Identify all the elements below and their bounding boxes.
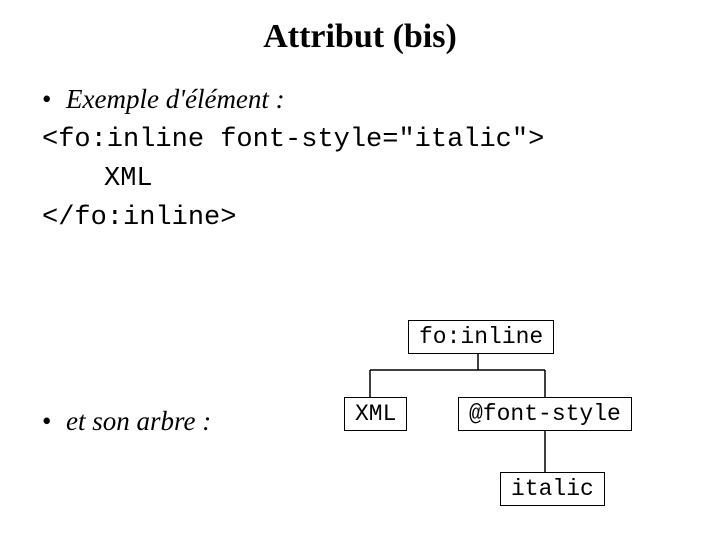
tree-node-attr: @font-style [458, 397, 632, 431]
tree-node-value: italic [500, 472, 605, 506]
tree-node-text: XML [344, 397, 407, 431]
tree-connectors [0, 18, 720, 558]
tree-node-root: fo:inline [408, 320, 554, 354]
